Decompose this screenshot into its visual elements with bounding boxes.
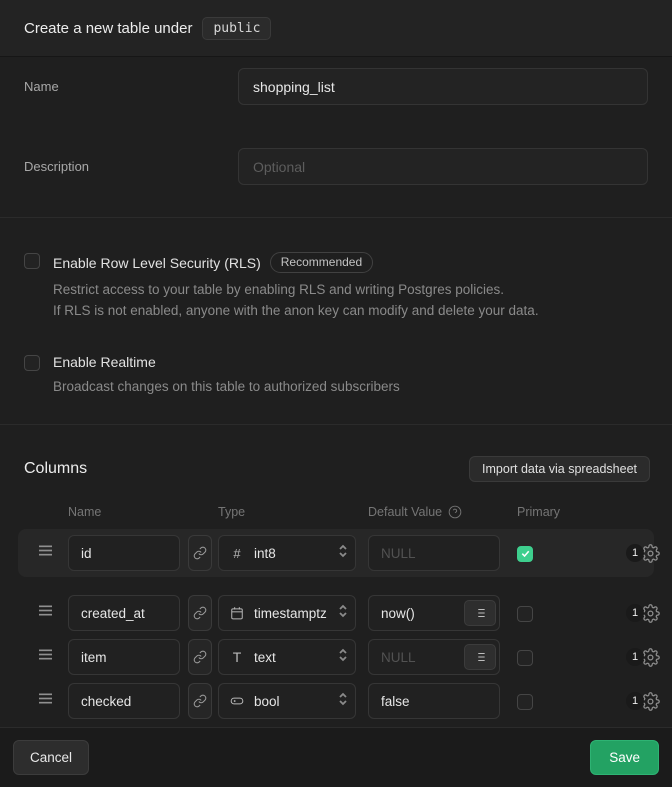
dialog-title: Create a new table under bbox=[24, 20, 192, 37]
import-spreadsheet-button[interactable]: Import data via spreadsheet bbox=[469, 456, 650, 482]
suggestions-list-icon[interactable] bbox=[464, 600, 496, 626]
drag-handle-icon[interactable] bbox=[38, 544, 54, 562]
cancel-button[interactable]: Cancel bbox=[13, 740, 89, 775]
chevron-up-down-icon bbox=[337, 604, 349, 623]
column-type-select[interactable]: # int8 bbox=[218, 535, 356, 571]
column-type-select[interactable]: T text bbox=[218, 639, 356, 675]
settings-count-badge: 1 bbox=[626, 648, 644, 666]
column-name-input[interactable] bbox=[68, 683, 180, 719]
foreign-key-icon[interactable] bbox=[188, 639, 212, 675]
column-name-input[interactable] bbox=[68, 535, 180, 571]
description-row: Description bbox=[24, 148, 648, 185]
column-row-item: T text 1 bbox=[18, 639, 654, 675]
column-name-input[interactable] bbox=[68, 639, 180, 675]
columns-section: Columns Import data via spreadsheet Name… bbox=[0, 424, 672, 727]
chevron-up-down-icon bbox=[337, 648, 349, 667]
foreign-key-icon[interactable] bbox=[188, 535, 212, 571]
column-default-input bbox=[368, 535, 500, 571]
columns-title: Columns bbox=[24, 460, 87, 478]
primary-checkbox[interactable] bbox=[517, 650, 533, 666]
settings-count-badge: 1 bbox=[626, 604, 644, 622]
column-type-select[interactable]: bool bbox=[218, 683, 356, 719]
realtime-label: Enable Realtime bbox=[53, 354, 156, 370]
realtime-group: Enable Realtime Broadcast changes on thi… bbox=[24, 354, 648, 397]
description-label: Description bbox=[24, 148, 238, 185]
column-row-checked: bool 1 bbox=[18, 683, 654, 719]
header-type: Type bbox=[218, 505, 368, 519]
column-row-created-at: timestamptz 1 bbox=[18, 595, 654, 631]
boolean-toggle-icon bbox=[229, 694, 245, 708]
header-primary: Primary bbox=[517, 505, 560, 519]
rls-group: Enable Row Level Security (RLS) Recommen… bbox=[24, 252, 648, 321]
drag-handle-icon[interactable] bbox=[38, 648, 54, 666]
header-default-value: Default Value bbox=[368, 505, 442, 519]
suggestions-list-icon[interactable] bbox=[464, 644, 496, 670]
schema-badge: public bbox=[202, 17, 271, 40]
text-type-icon: T bbox=[229, 649, 245, 665]
foreign-key-icon[interactable] bbox=[188, 595, 212, 631]
create-table-dialog: Create a new table under public Name Des… bbox=[0, 0, 672, 787]
table-name-input[interactable] bbox=[238, 68, 648, 105]
realtime-description: Broadcast changes on this table to autho… bbox=[53, 376, 400, 397]
column-name-input[interactable] bbox=[68, 595, 180, 631]
dialog-header: Create a new table under public bbox=[0, 0, 672, 57]
hash-icon: # bbox=[229, 546, 245, 561]
column-type-select[interactable]: timestamptz bbox=[218, 595, 356, 631]
table-description-input[interactable] bbox=[238, 148, 648, 185]
foreign-key-icon[interactable] bbox=[188, 683, 212, 719]
realtime-checkbox[interactable] bbox=[24, 355, 40, 371]
drag-handle-icon[interactable] bbox=[38, 604, 54, 622]
columns-header-row: Name Type Default Value Primary bbox=[68, 505, 672, 519]
recommended-badge: Recommended bbox=[270, 252, 373, 273]
primary-checkbox[interactable] bbox=[517, 606, 533, 622]
header-name: Name bbox=[68, 505, 218, 519]
column-default-input[interactable] bbox=[368, 683, 500, 719]
chevron-up-down-icon bbox=[337, 544, 349, 563]
rls-label: Enable Row Level Security (RLS) bbox=[53, 255, 261, 271]
primary-checkbox[interactable] bbox=[517, 546, 533, 562]
calendar-icon bbox=[229, 606, 245, 620]
rls-description: Restrict access to your table by enablin… bbox=[53, 279, 539, 321]
dialog-footer: Cancel Save bbox=[0, 727, 672, 787]
chevron-up-down-icon bbox=[337, 692, 349, 711]
settings-count-badge: 1 bbox=[626, 692, 644, 710]
table-options-section: Enable Row Level Security (RLS) Recommen… bbox=[0, 217, 672, 424]
drag-handle-icon[interactable] bbox=[38, 692, 54, 710]
primary-checkbox[interactable] bbox=[517, 694, 533, 710]
name-row: Name bbox=[24, 68, 648, 105]
help-icon[interactable] bbox=[448, 505, 462, 519]
column-row-id: # int8 1 bbox=[18, 529, 654, 577]
table-details-section: Name Description bbox=[0, 57, 672, 217]
name-label: Name bbox=[24, 68, 238, 105]
settings-count-badge: 1 bbox=[626, 544, 644, 562]
save-button[interactable]: Save bbox=[590, 740, 659, 775]
rls-checkbox[interactable] bbox=[24, 253, 40, 269]
